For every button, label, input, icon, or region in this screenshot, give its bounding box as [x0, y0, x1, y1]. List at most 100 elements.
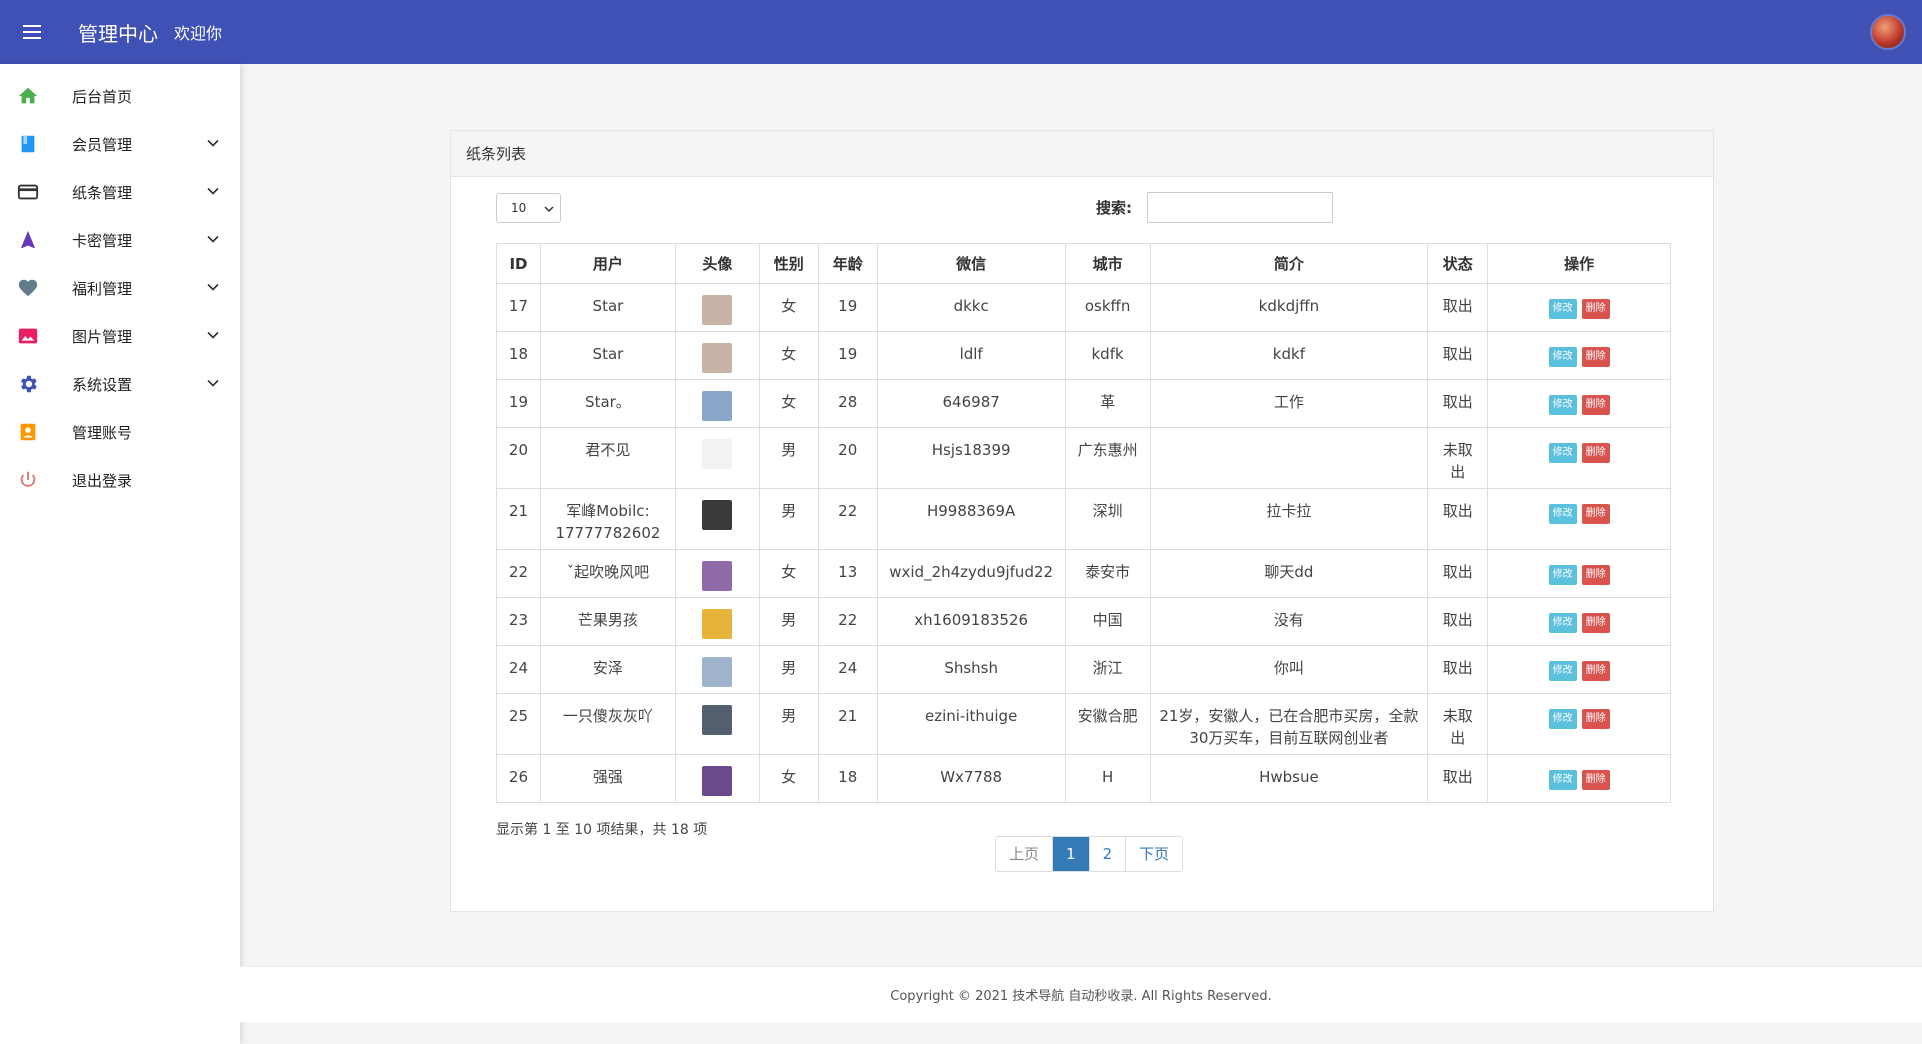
cell-city: 中国 [1064, 597, 1151, 646]
cell-gender: 男 [758, 427, 819, 489]
edit-button[interactable]: 修改 [1548, 347, 1577, 367]
cell-avatar [674, 597, 760, 646]
edit-button[interactable]: 修改 [1548, 565, 1577, 585]
cell-age: 13 [817, 549, 878, 598]
sidebar-item[interactable]: 会员管理 [0, 120, 240, 168]
cell-id: 19 [496, 379, 541, 428]
edit-button[interactable]: 修改 [1548, 443, 1577, 463]
delete-button[interactable]: 删除 [1581, 299, 1610, 319]
chevron-down-icon [544, 206, 554, 213]
avatar-thumbnail[interactable] [702, 295, 733, 325]
table-row: 24 安泽 男 24 Shshsh 浙江 你叫 取出 修改 删除 [496, 645, 1671, 694]
edit-button[interactable]: 修改 [1548, 395, 1577, 415]
cell-avatar [674, 427, 760, 489]
sidebar-item[interactable]: 系统设置 [0, 360, 240, 408]
cell-age: 20 [817, 427, 878, 489]
power-icon [16, 468, 40, 492]
column-header[interactable]: 微信 [876, 243, 1066, 284]
column-header[interactable]: 用户 [539, 243, 676, 284]
avatar-thumbnail[interactable] [702, 343, 733, 373]
menu-toggle-button[interactable] [0, 0, 64, 64]
table-row: 21 军峰Mobilc: 17777782602 男 22 H9988369A … [496, 488, 1671, 550]
edit-button[interactable]: 修改 [1548, 709, 1577, 729]
cell-user: ˇ起吹晚风吧 [539, 549, 676, 598]
delete-button[interactable]: 删除 [1581, 443, 1610, 463]
column-header[interactable]: 性别 [758, 243, 819, 284]
table-info: 显示第 1 至 10 项结果，共 18 项 [496, 822, 708, 838]
avatar-thumbnail[interactable] [702, 439, 733, 469]
cell-intro: 聊天dd [1149, 549, 1429, 598]
notes-table: ID 用户 头像 性别 年龄 微信 城市 简介 状态 操作 17 Star 女 19 dkkc o… [496, 243, 1671, 803]
cell-wechat: Wx7788 [876, 754, 1066, 803]
delete-button[interactable]: 删除 [1581, 395, 1610, 415]
user-avatar[interactable] [1870, 14, 1906, 50]
delete-button[interactable]: 删除 [1581, 770, 1610, 790]
column-header[interactable]: 城市 [1064, 243, 1151, 284]
cell-status: 未取出 [1427, 427, 1489, 489]
cell-wechat: dkkc [876, 283, 1066, 332]
delete-button[interactable]: 删除 [1581, 504, 1610, 524]
cell-id: 23 [496, 597, 541, 646]
edit-button[interactable]: 修改 [1548, 613, 1577, 633]
cell-intro: 21岁，安徽人，已在合肥市买房，全款30万买车，目前互联网创业者 [1149, 693, 1429, 755]
sidebar-item[interactable]: 后台首页 [0, 72, 240, 120]
cell-actions: 修改 删除 [1487, 549, 1671, 598]
app-title: 管理中心 [78, 21, 158, 46]
avatar-thumbnail[interactable] [702, 766, 733, 796]
page-button[interactable]: 2 [1088, 837, 1126, 871]
main-content: 纸条列表 10 搜索: ID 用户 头像 性别 年龄 微信 城市 简介 状态 操作 17 Star… [240, 64, 1922, 964]
page-length-select[interactable]: 10 [496, 193, 561, 223]
next-page-button[interactable]: 下页 [1125, 837, 1183, 871]
cell-wechat: ezini-ithuige [876, 693, 1066, 755]
column-header[interactable]: 年龄 [817, 243, 878, 284]
column-header[interactable]: 简介 [1149, 243, 1429, 284]
cell-user: 强强 [539, 754, 676, 803]
column-header[interactable]: 操作 [1487, 243, 1671, 284]
column-header[interactable]: 状态 [1427, 243, 1489, 284]
chevron-down-icon [207, 283, 219, 291]
cell-actions: 修改 删除 [1487, 379, 1671, 428]
avatar-thumbnail[interactable] [702, 705, 733, 735]
edit-button[interactable]: 修改 [1548, 504, 1577, 524]
sidebar-item-label: 纸条管理 [72, 183, 133, 202]
cell-gender: 女 [758, 754, 819, 803]
avatar-thumbnail[interactable] [702, 391, 733, 421]
edit-button[interactable]: 修改 [1548, 770, 1577, 790]
sidebar-item[interactable]: 卡密管理 [0, 216, 240, 264]
sidebar-item[interactable]: 福利管理 [0, 264, 240, 312]
sidebar-item[interactable]: 管理账号 [0, 408, 240, 456]
delete-button[interactable]: 删除 [1581, 709, 1610, 729]
cell-wechat: H9988369A [876, 488, 1066, 550]
search-input[interactable] [1147, 192, 1333, 223]
avatar-thumbnail[interactable] [702, 609, 733, 639]
avatar-thumbnail[interactable] [702, 657, 733, 687]
avatar-thumbnail[interactable] [702, 500, 733, 530]
sidebar-item[interactable]: 退出登录 [0, 456, 240, 504]
delete-button[interactable]: 删除 [1581, 661, 1610, 681]
prev-page-button[interactable]: 上页 [996, 837, 1053, 871]
delete-button[interactable]: 删除 [1581, 565, 1610, 585]
edit-button[interactable]: 修改 [1548, 299, 1577, 319]
cell-city: 深圳 [1064, 488, 1151, 550]
cell-actions: 修改 删除 [1487, 597, 1671, 646]
cell-actions: 修改 删除 [1487, 754, 1671, 803]
column-header[interactable]: 头像 [674, 243, 760, 284]
sidebar-item-label: 卡密管理 [72, 231, 133, 250]
cell-id: 21 [496, 488, 541, 550]
cell-city: 泰安市 [1064, 549, 1151, 598]
sidebar-item[interactable]: 纸条管理 [0, 168, 240, 216]
column-header[interactable]: ID [496, 243, 541, 284]
cell-age: 18 [817, 754, 878, 803]
delete-button[interactable]: 删除 [1581, 347, 1610, 367]
cell-actions: 修改 删除 [1487, 331, 1671, 380]
edit-button[interactable]: 修改 [1548, 661, 1577, 681]
cell-status: 取出 [1427, 379, 1489, 428]
page-button[interactable]: 1 [1052, 837, 1089, 871]
avatar-thumbnail[interactable] [702, 561, 733, 591]
sidebar-item[interactable]: 图片管理 [0, 312, 240, 360]
heart-icon [16, 276, 40, 300]
cell-intro: Hwbsue [1149, 754, 1429, 803]
delete-button[interactable]: 删除 [1581, 613, 1610, 633]
cell-avatar [674, 754, 760, 803]
welcome-text: 欢迎你 [174, 24, 223, 43]
